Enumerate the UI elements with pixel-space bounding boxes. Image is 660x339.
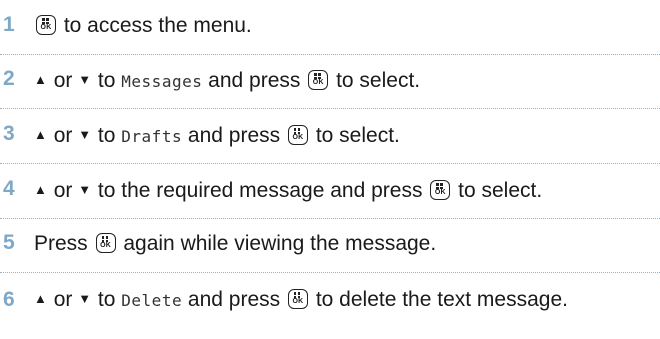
menu-ok-key-icon: OK [287,125,308,145]
up-arrow-icon: ▲ [34,291,47,306]
menu-ok-key-icon: OK [287,289,308,309]
step-number: 2 [3,67,15,90]
down-arrow-icon: ▼ [78,72,92,87]
step-text: ▲ or ▼ to Drafts and press OK to select. [34,121,660,150]
up-arrow-icon: ▲ [34,182,47,197]
step-text: ▲ or ▼ to Messages and press OK to selec… [34,66,660,95]
step-number: 5 [3,231,15,254]
step-text: ▲ or ▼ to Delete and press OK to delete … [34,282,594,318]
divider [0,272,660,273]
menu-ok-key-icon: OK [308,70,329,90]
down-arrow-icon: ▼ [78,182,92,197]
step-number: 4 [3,177,15,200]
step-text: ▲ or ▼ to the required message and press… [34,176,660,204]
menu-option-delete: Delete [121,291,183,310]
menu-ok-key-icon: OK [36,15,56,35]
step-number: 3 [3,122,15,145]
step-number: 1 [3,13,15,36]
down-arrow-icon: ▼ [78,291,92,306]
menu-option-drafts: Drafts [121,127,183,146]
up-arrow-icon: ▲ [34,127,47,142]
step-number: 6 [3,288,15,311]
step-text: OK to access the menu. [34,12,660,39]
divider [0,163,660,164]
step-text: Press OK again while viewing the message… [34,232,437,255]
divider [0,54,660,55]
up-arrow-icon: ▲ [34,72,47,87]
divider [0,108,660,109]
menu-ok-key-icon: OK [95,233,116,253]
divider [0,218,660,219]
down-arrow-icon: ▼ [78,127,92,142]
menu-option-messages: Messages [121,72,203,91]
menu-ok-key-icon: OK [430,180,451,200]
